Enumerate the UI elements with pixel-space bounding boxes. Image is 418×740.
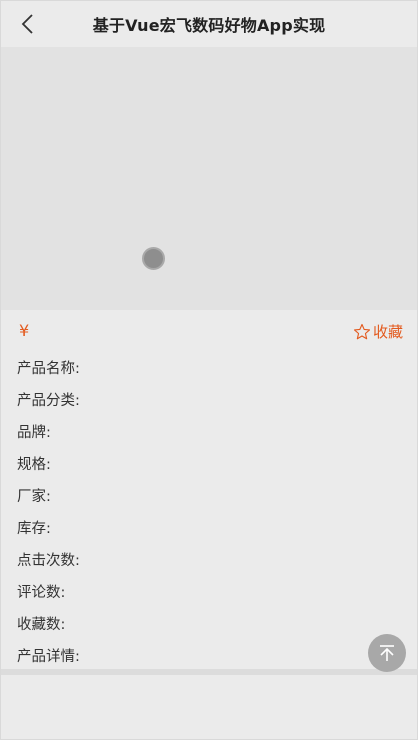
- back-button[interactable]: [13, 9, 41, 39]
- info-click-count: 点击次数:: [17, 553, 80, 569]
- app-frame: 基于Vue宏飞数码好物App实现 ¥ 收藏 产品名称: 产品分类: 品牌: 规格…: [0, 0, 418, 740]
- info-favorite-count: 收藏数:: [17, 617, 66, 633]
- section-divider: [1, 669, 417, 675]
- price-row: ¥ 收藏: [1, 319, 417, 347]
- favorite-button[interactable]: 收藏: [353, 321, 403, 342]
- product-image-carousel[interactable]: [1, 47, 417, 310]
- carousel-indicator-dot[interactable]: [142, 247, 165, 270]
- chevron-left-icon: [21, 14, 33, 34]
- arrow-up-to-top-icon: [380, 645, 394, 661]
- star-outline-icon: [353, 323, 371, 339]
- favorite-label: 收藏: [372, 323, 403, 341]
- info-product-name: 产品名称:: [17, 361, 80, 377]
- price-symbol: ¥: [19, 321, 30, 340]
- back-to-top-button[interactable]: [368, 634, 406, 672]
- info-manufacturer: 厂家:: [17, 489, 51, 505]
- info-stock: 库存:: [17, 521, 51, 537]
- info-spec: 规格:: [17, 457, 51, 473]
- top-nav-bar: 基于Vue宏飞数码好物App实现: [1, 1, 417, 47]
- product-info-list: 产品名称: 产品分类: 品牌: 规格: 厂家: 库存: 点击次数: 评论数: 收…: [17, 359, 397, 679]
- info-comment-count: 评论数:: [17, 585, 66, 601]
- page-title: 基于Vue宏飞数码好物App实现: [92, 16, 326, 35]
- info-brand: 品牌:: [17, 425, 51, 441]
- info-product-category: 产品分类:: [17, 393, 80, 409]
